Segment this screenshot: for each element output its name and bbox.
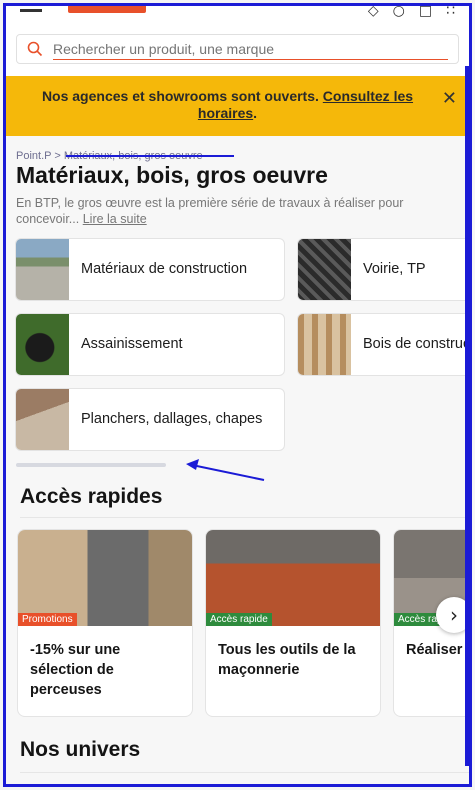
category-card[interactable]: Voirie, TP (297, 238, 469, 301)
category-image (16, 389, 69, 450)
category-card[interactable]: Planchers, dallages, chapes (15, 388, 285, 451)
annotation-arrow-icon (186, 459, 265, 481)
search-input[interactable] (53, 41, 433, 57)
category-grid: Matériaux de construction Voirie, TP Ass… (6, 238, 469, 468)
account-icon[interactable]: ○ (393, 6, 405, 19)
quick-access-card[interactable]: Accès rapide Tous les outils de la maçon… (205, 529, 381, 717)
category-scrollbar[interactable] (16, 463, 166, 467)
divider (20, 772, 469, 773)
quick-access-card[interactable]: Promotions -15% sur une sélection de per… (17, 529, 193, 717)
category-card[interactable]: Bois de construction, panneaux (297, 313, 469, 376)
card-title: Tous les outils de la maçonnerie (218, 642, 356, 678)
category-card[interactable]: Assainissement (15, 313, 285, 376)
category-label: Assainissement (81, 336, 183, 352)
cart-icon[interactable]: ∷ (446, 6, 455, 19)
search-icon (27, 41, 43, 57)
category-label: Voirie, TP (363, 261, 426, 277)
logo[interactable] (68, 6, 146, 13)
menu-icon[interactable] (20, 6, 42, 12)
divider (20, 517, 469, 518)
store-icon[interactable]: □ (419, 6, 432, 19)
breadcrumb-separator: > (54, 150, 61, 162)
page-title: Matériaux, bois, gros oeuvre (16, 162, 328, 188)
notice-end: . (253, 105, 258, 121)
location-icon[interactable]: ◇ (368, 6, 379, 19)
read-more-link[interactable]: Lire la suite (83, 212, 147, 226)
notice-banner: Nos agences et showrooms sont ouverts. C… (6, 76, 469, 136)
app-viewport: ◇ ○ □ ∷ Nos agences et showrooms sont ou… (3, 3, 472, 787)
header-icons: ◇ ○ □ ∷ (368, 6, 455, 19)
page-description: En BTP, le gros œuvre est la première sé… (6, 189, 469, 227)
card-title: -15% sur une sélection de perceuses (30, 642, 121, 698)
annotation-line (66, 155, 234, 157)
chevron-right-icon: › (450, 603, 458, 627)
notice-text: Nos agences et showrooms sont ouverts. (41, 88, 319, 104)
description-text: En BTP, le gros œuvre est la première sé… (16, 196, 404, 226)
category-label: Planchers, dallages, chapes (81, 411, 263, 427)
close-icon[interactable]: ✕ (442, 89, 457, 107)
search-bar (6, 26, 469, 76)
search-box[interactable] (16, 34, 459, 64)
card-badge: Promotions (18, 613, 77, 626)
section-title-univers: Nos univers (20, 738, 141, 761)
card-image: Promotions (18, 530, 192, 626)
category-image (16, 239, 69, 300)
category-image (16, 314, 69, 375)
top-bar: ◇ ○ □ ∷ (6, 6, 469, 26)
category-label: Bois de construction, panneaux (363, 336, 469, 352)
category-image (298, 239, 351, 300)
breadcrumb-home[interactable]: Point.P (16, 150, 51, 162)
section-title-quick-access: Accès rapides (20, 485, 163, 508)
category-label: Matériaux de construction (81, 261, 248, 277)
annotation-border (465, 66, 469, 766)
card-image: Accès rapide (206, 530, 380, 626)
card-badge: Accès rapide (206, 613, 272, 626)
breadcrumb: Point.P > Matériaux, bois, gros oeuvre (6, 136, 469, 164)
category-card[interactable]: Matériaux de construction (15, 238, 285, 301)
category-image (298, 314, 351, 375)
search-underline (53, 59, 448, 60)
